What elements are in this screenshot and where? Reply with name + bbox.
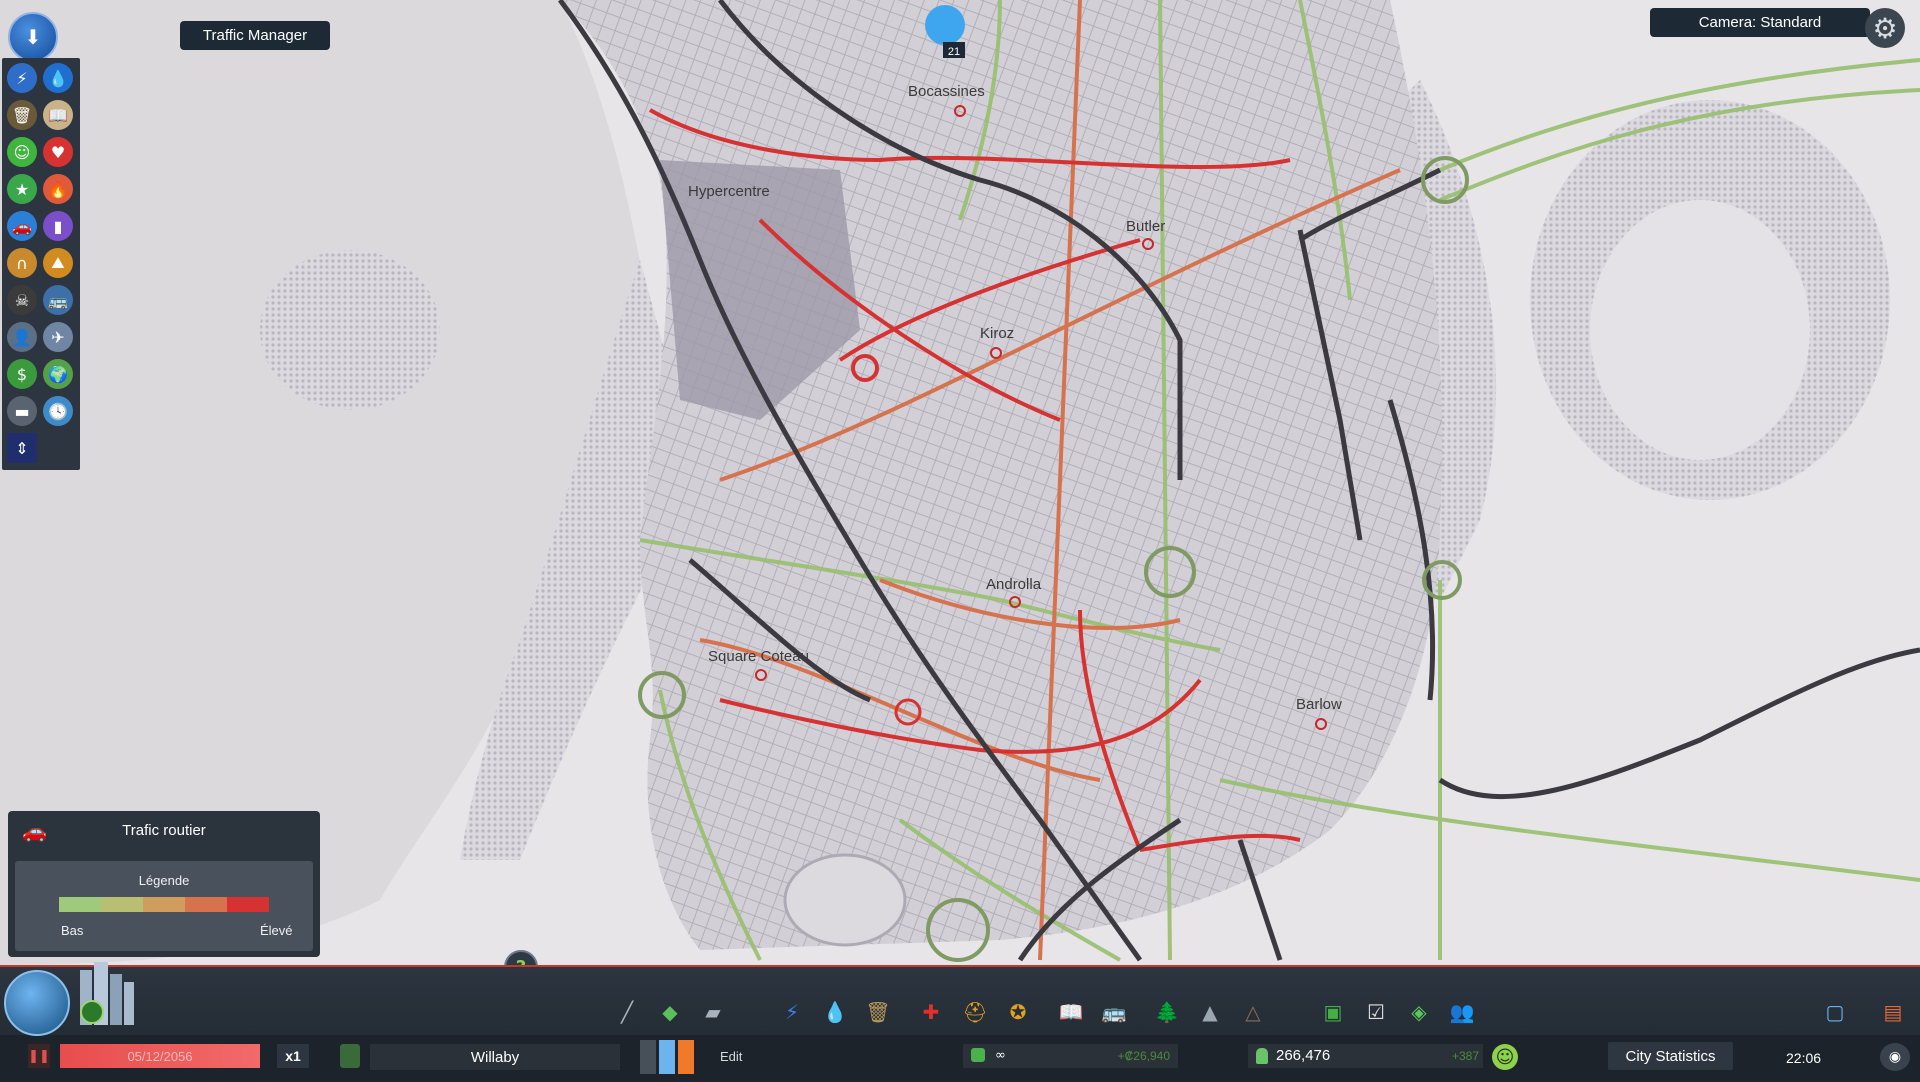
healthcare-icon[interactable]: ✚ (916, 997, 946, 1027)
health-icon[interactable]: ♥ (43, 137, 73, 167)
population-change: +387 (1451, 1049, 1479, 1063)
district-label: Androlla (986, 576, 1042, 593)
stadium (783, 853, 907, 947)
happiness-icon[interactable]: ☺ (1492, 1044, 1518, 1070)
population-panel: 266,476 +387 (1248, 1044, 1483, 1068)
crime-icon[interactable]: ☠ (7, 285, 37, 315)
traffic-manager-button[interactable]: Traffic Manager (180, 21, 330, 50)
garbage-icon[interactable]: 🗑 (863, 997, 893, 1027)
city-name[interactable]: Willaby (370, 1044, 620, 1070)
edit-label[interactable]: Edit (720, 1049, 742, 1064)
east-hills-center (1590, 200, 1810, 460)
legend-subtitle: Légende (138, 873, 190, 888)
policies-icon[interactable]: ☑ (1361, 997, 1391, 1027)
district-label: Butler (1126, 218, 1165, 235)
save-icon[interactable] (340, 1044, 360, 1068)
time-icon[interactable]: 🕓 (43, 396, 73, 426)
water-icon[interactable]: 💧 (43, 63, 73, 93)
police-icon[interactable]: ∩ (7, 248, 37, 278)
city-skyline-icon[interactable] (60, 960, 155, 1030)
population-value: 266,476 (1276, 1047, 1331, 1064)
citizens-icon[interactable]: 👥 (1447, 997, 1477, 1027)
natural-resources-icon[interactable]: ⛰ (43, 248, 73, 278)
traffic-manager-logo-icon[interactable]: ⬇ (8, 12, 58, 62)
population-icon (1256, 1048, 1268, 1064)
money-value: ∞ (995, 1048, 1006, 1063)
economy-icon[interactable]: ▣ (1318, 997, 1348, 1027)
wind-icon[interactable]: 🌍 (43, 359, 73, 389)
layer-toggle[interactable] (640, 1040, 700, 1074)
money-panel: ∞ +₡26,940 (963, 1044, 1178, 1068)
date-display: 05/12/2056 (60, 1044, 260, 1068)
legend-swatch (185, 897, 227, 912)
noise-icon[interactable]: ▮ (43, 211, 73, 241)
unique-buildings-icon[interactable]: ▲ (1195, 997, 1225, 1027)
info-views-toolbar: ⚡ 💧 🗑 📖 ☺ ♥ ★ 🔥 🚗 ▮ ∩ ⛰ ☠ 🚌 👤 ✈ $ 🌍 ▬ 🕓 … (2, 58, 80, 470)
fire-icon[interactable]: ⛑ (960, 997, 990, 1027)
pause-button[interactable]: ❚❚ (28, 1044, 50, 1068)
public-transport-icon[interactable]: 🚌 (1099, 997, 1129, 1027)
income-value: +₡26,940 (1117, 1049, 1170, 1063)
legend-swatch (59, 897, 101, 912)
education-icon[interactable]: 📖 (1056, 997, 1086, 1027)
zoning-icon[interactable]: ◆ (655, 997, 685, 1027)
speed-button[interactable]: x1 (277, 1044, 309, 1068)
clock: 22:06 (1786, 1050, 1822, 1066)
traffic-icon[interactable]: 🚗 (7, 211, 37, 241)
heating-icon[interactable]: ▬ (7, 396, 37, 426)
garbage-icon[interactable]: 🗑 (7, 100, 37, 130)
settings-gear-icon[interactable]: ⚙ (1865, 8, 1905, 48)
chirper-icon[interactable]: ◉ (1880, 1043, 1910, 1071)
population-icon[interactable]: 👤 (7, 322, 37, 352)
district-label: Bocassines (908, 83, 985, 100)
legend-swatch (143, 897, 185, 912)
traffic-manager-icon[interactable]: ⇕ (7, 433, 37, 463)
legend-swatch (227, 897, 269, 912)
legend-high-label: Élevé (260, 923, 293, 938)
roads-icon[interactable]: ╱ (612, 997, 642, 1027)
unlocking-icon[interactable]: ▤ (1878, 997, 1908, 1027)
fire-icon[interactable]: 🔥 (43, 174, 73, 204)
electricity-icon[interactable]: ⚡ (777, 997, 807, 1027)
land-value-icon[interactable]: $ (7, 359, 37, 389)
education-icon[interactable]: 📖 (43, 100, 73, 130)
legend-swatch (101, 897, 143, 912)
areas-icon[interactable]: ◈ (1404, 997, 1434, 1027)
district-label: Kiroz (980, 325, 1014, 342)
public-transport-icon[interactable]: 🚌 (43, 285, 73, 315)
police-icon[interactable]: ✪ (1003, 997, 1033, 1027)
happiness-icon[interactable]: ☺ (7, 137, 37, 167)
legend-box: Légende Bas Élevé (15, 861, 313, 951)
district-label: Barlow (1296, 696, 1342, 713)
money-icon (971, 1048, 985, 1062)
island-hill (260, 250, 440, 410)
traffic-legend-panel: 🚗 Trafic routier Légende Bas Élevé (8, 811, 320, 957)
camera-mode-button[interactable]: Camera: Standard (1650, 8, 1870, 37)
water-icon[interactable]: 💧 (820, 997, 850, 1027)
legend-low-label: Bas (61, 923, 84, 938)
photo-mode-icon[interactable]: ▢ (1820, 997, 1850, 1027)
notification-count: 21 (948, 46, 960, 58)
leisure-icon[interactable]: ★ (7, 174, 37, 204)
legend-color-bar (59, 897, 269, 912)
monuments-icon[interactable]: △ (1238, 997, 1268, 1027)
districts-icon[interactable]: ▰ (698, 997, 728, 1027)
electricity-icon[interactable]: ⚡ (7, 63, 37, 93)
district-label: Square Coteau (708, 648, 809, 665)
parks-icon[interactable]: 🌲 (1152, 997, 1182, 1027)
city-statistics-button[interactable]: City Statistics (1608, 1042, 1733, 1070)
district-label: Hypercentre (688, 183, 770, 200)
notification-bird-icon[interactable] (925, 5, 965, 45)
legend-title: Trafic routier (122, 822, 206, 839)
transport-routes-icon[interactable]: ✈ (43, 322, 73, 352)
